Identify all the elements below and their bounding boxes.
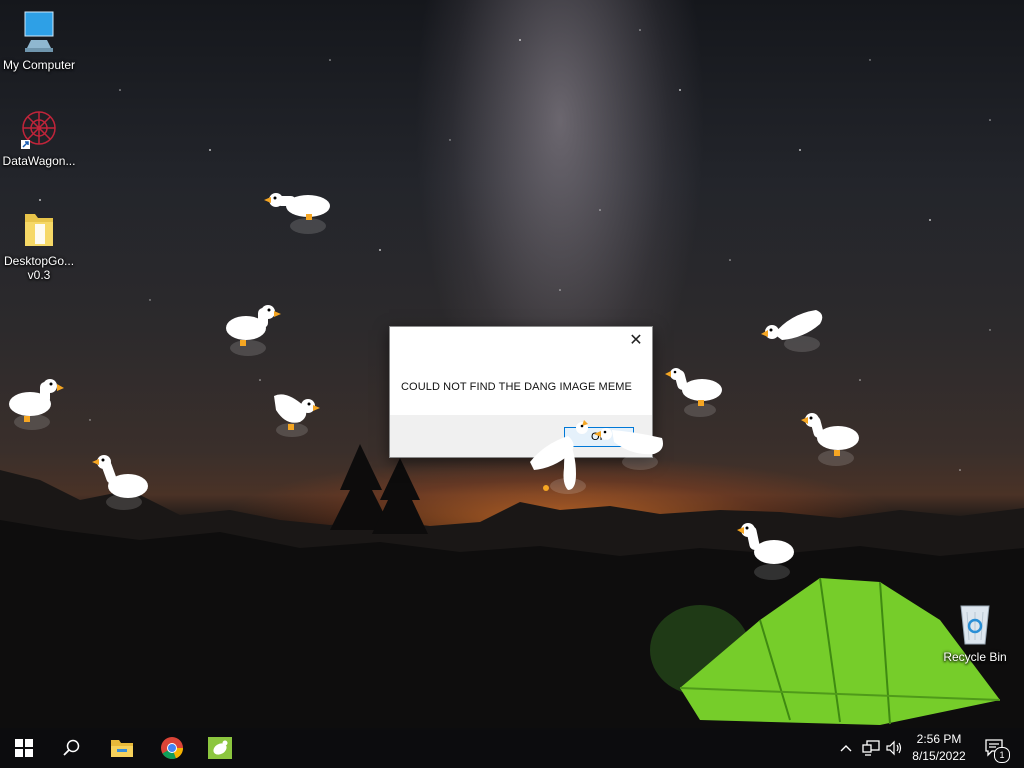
datawagon-icon xyxy=(21,111,56,149)
taskbar-file-explorer[interactable] xyxy=(98,728,146,768)
taskbar: 2:56 PM 8/15/2022 1 xyxy=(0,728,1024,768)
clock-date: 8/15/2022 xyxy=(912,749,966,763)
computer-icon xyxy=(24,11,54,52)
recycle-bin-icon xyxy=(960,605,990,645)
action-center-button[interactable]: 1 xyxy=(980,728,1010,768)
taskbar-chrome[interactable] xyxy=(148,728,196,768)
tray-volume[interactable] xyxy=(884,728,906,768)
clock-time: 2:56 PM xyxy=(916,732,962,746)
goose-sprite xyxy=(92,455,148,510)
start-button[interactable] xyxy=(0,728,48,768)
desktop[interactable]: My Computer DataWagon... DesktopGo... v0… xyxy=(0,0,1024,728)
goose-sprite xyxy=(530,420,588,494)
goose-app-icon xyxy=(208,737,232,759)
goose-sprite xyxy=(264,193,330,234)
taskbar-goose-app[interactable] xyxy=(196,728,244,768)
tray-chevron[interactable] xyxy=(836,728,856,768)
desktop-icon-datawagon[interactable]: DataWagon... xyxy=(1,108,77,168)
goose-sprite xyxy=(226,305,281,356)
goose-sprite xyxy=(9,379,64,430)
search-button[interactable] xyxy=(48,728,96,768)
goose-sprite xyxy=(737,523,794,580)
goose-sprite xyxy=(761,310,823,352)
volume-icon xyxy=(886,740,902,756)
search-icon xyxy=(63,739,80,756)
goose-sprite xyxy=(594,428,663,470)
chevron-up-icon xyxy=(840,745,852,752)
close-icon[interactable]: ✕ xyxy=(626,331,646,351)
desktop-icon-my-computer[interactable]: My Computer xyxy=(1,10,77,72)
file-explorer-icon xyxy=(111,740,133,757)
dialog-message: COULD NOT FIND THE DANG IMAGE MEME xyxy=(401,381,632,393)
taskbar-clock[interactable]: 2:56 PM 8/15/2022 xyxy=(908,731,970,765)
desktop-icon-label: DesktopGo... v0.3 xyxy=(4,254,75,282)
network-icon xyxy=(862,740,880,756)
desktop-icon-label: My Computer xyxy=(2,58,76,72)
folder-icon xyxy=(25,214,53,246)
desktop-icon-label: Recycle Bin xyxy=(943,650,1007,664)
chrome-icon xyxy=(161,737,184,760)
desktop-icon-desktopgoose[interactable]: DesktopGo... v0.3 xyxy=(1,208,77,282)
goose-sprite xyxy=(665,368,722,417)
desktop-icon-recycle-bin[interactable]: Recycle Bin xyxy=(937,602,1013,664)
desktop-icon-label: DataWagon... xyxy=(2,154,76,168)
tray-network[interactable] xyxy=(860,728,882,768)
windows-start-icon xyxy=(15,739,33,757)
notification-badge: 1 xyxy=(994,747,1010,763)
goose-sprite xyxy=(274,394,320,437)
goose-sprite xyxy=(801,413,859,466)
